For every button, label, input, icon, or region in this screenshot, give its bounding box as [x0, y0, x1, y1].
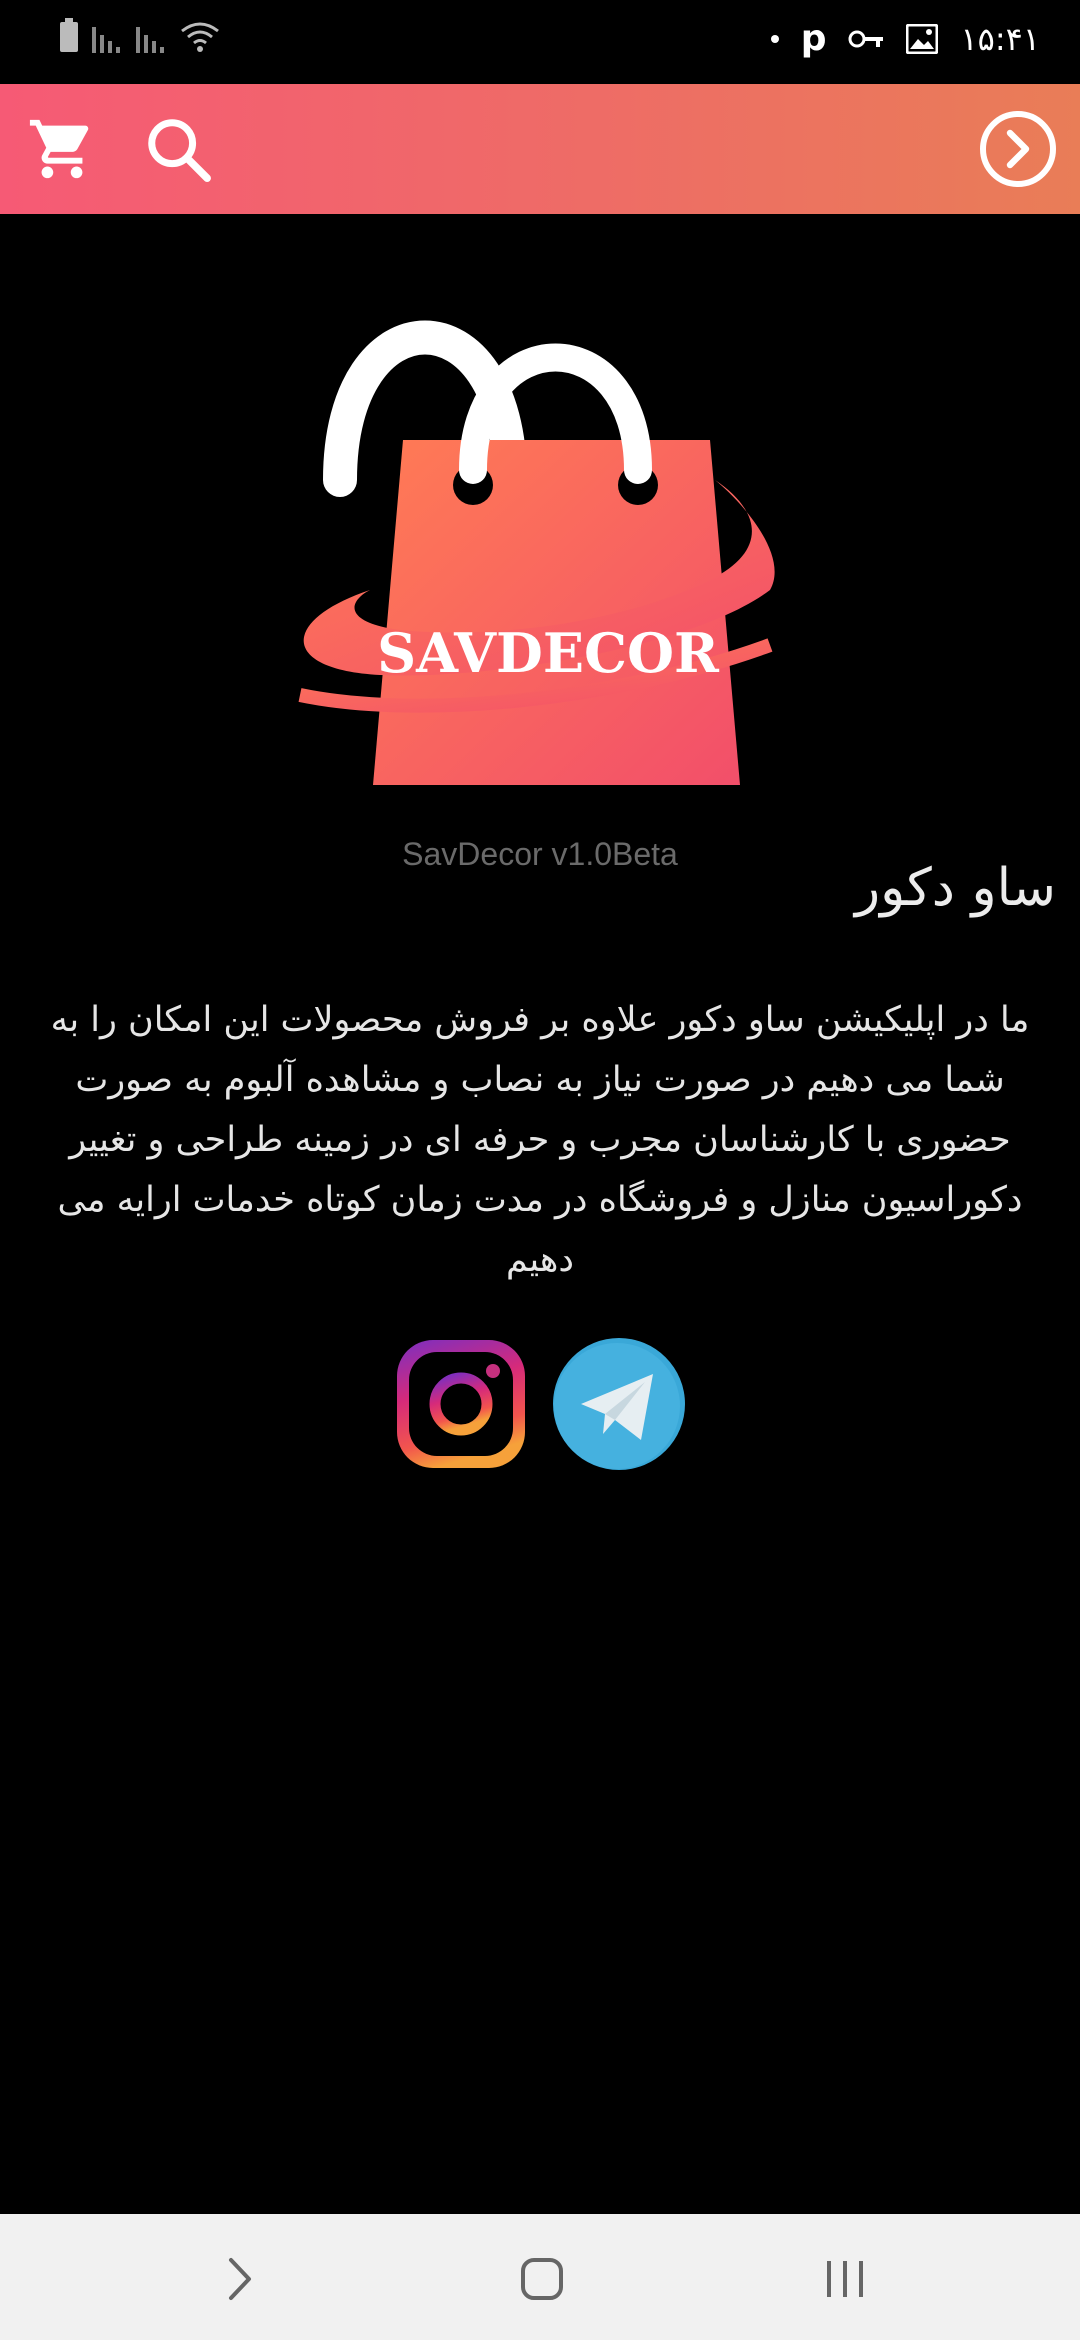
status-time: ۱۵:۴۱ — [960, 19, 1040, 58]
logo: SAVDECOR — [270, 300, 810, 800]
nav-back-button[interactable] — [204, 2244, 274, 2314]
wifi-icon — [180, 19, 220, 53]
status-bar: p ۱۵:۴۱ — [0, 0, 1080, 84]
status-left — [58, 18, 220, 54]
telegram-button[interactable] — [553, 1338, 685, 1470]
search-icon — [148, 119, 211, 182]
cart-icon — [29, 119, 89, 179]
cart-button[interactable] — [22, 104, 102, 194]
signal-icon — [136, 19, 168, 53]
back-icon — [229, 2258, 251, 2300]
forward-button[interactable] — [978, 109, 1058, 189]
image-icon — [906, 23, 939, 54]
instagram-icon — [397, 1340, 525, 1468]
telegram-icon — [553, 1338, 685, 1470]
navigation-bar — [0, 2214, 1080, 2340]
signal-icon — [92, 19, 124, 53]
logo-text: SAVDECOR — [377, 621, 720, 685]
home-icon — [521, 2258, 563, 2300]
instagram-button[interactable] — [395, 1338, 527, 1470]
key-icon — [848, 27, 884, 51]
dot-icon — [770, 34, 779, 43]
notification-p: p — [800, 18, 827, 59]
app-title: ساو دکور — [855, 858, 1056, 918]
app-bar — [0, 84, 1080, 214]
forward-circle-icon — [980, 111, 1056, 187]
nav-recents-button[interactable] — [810, 2244, 880, 2314]
nav-home-button[interactable] — [507, 2244, 577, 2314]
recents-icon — [827, 2261, 863, 2297]
status-right: p ۱۵:۴۱ — [770, 18, 1040, 59]
search-button[interactable] — [138, 104, 218, 194]
social-links — [0, 1338, 1080, 1470]
battery-icon — [58, 18, 80, 54]
app-description: ما در اپلیکیشن ساو دکور علاوه بر فروش مح… — [50, 1000, 1030, 1280]
